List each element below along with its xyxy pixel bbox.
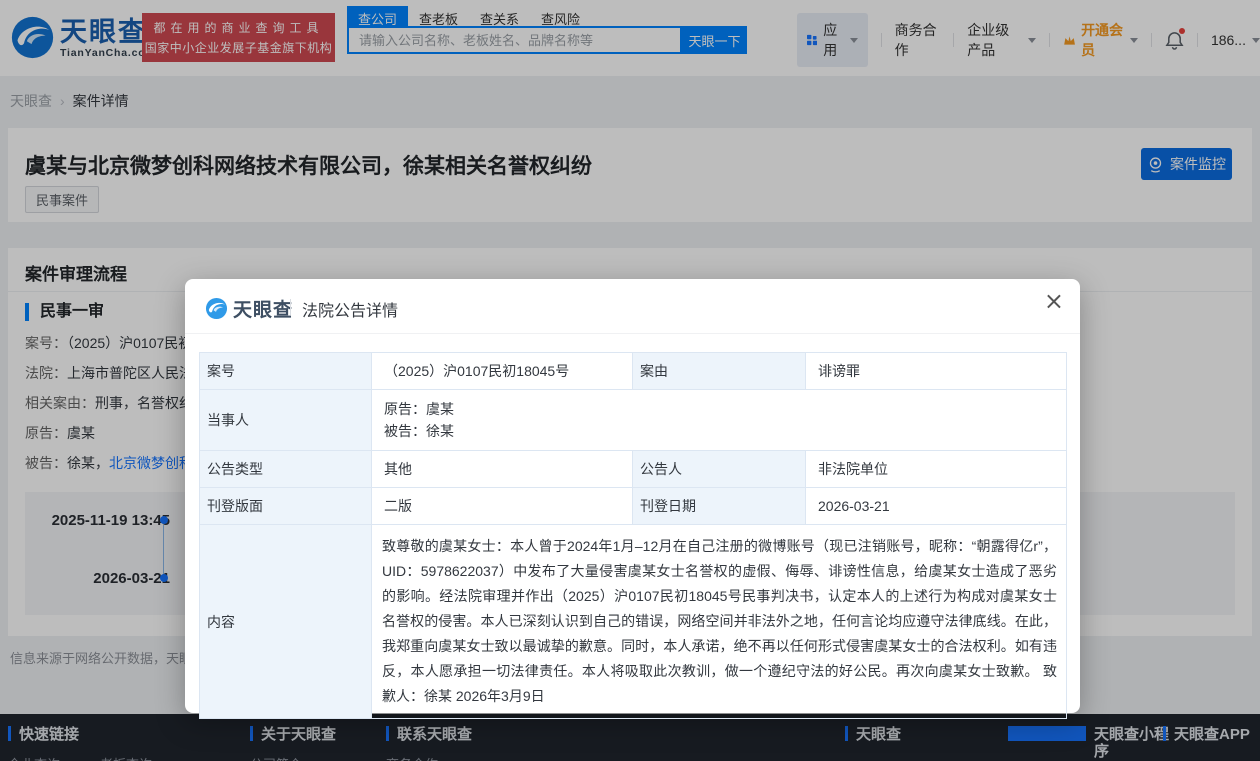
announcer-value: 非法院单位 bbox=[806, 451, 1067, 488]
table-row: 刊登版面 二版 刊登日期 2026-03-21 bbox=[200, 488, 1067, 525]
publication-page-label: 刊登版面 bbox=[200, 488, 372, 525]
content-value: 致尊敬的虞某女士：本人曾于2024年1月–12月在自己注册的微博账号（现已注销账… bbox=[372, 525, 1067, 719]
modal-brand: 天眼查 bbox=[233, 295, 293, 322]
announcement-type-value: 其他 bbox=[372, 451, 633, 488]
party-label: 当事人 bbox=[200, 390, 372, 451]
cause-label: 案由 bbox=[633, 353, 806, 390]
publication-page-value: 二版 bbox=[372, 488, 633, 525]
divider bbox=[290, 299, 291, 315]
announcement-type-label: 公告类型 bbox=[200, 451, 372, 488]
modal-title: 法院公告详情 bbox=[302, 297, 398, 321]
court-announcement-modal: 天眼查 法院公告详情 × 案号 （2025）沪0107民初18045号 案由 诽… bbox=[185, 279, 1080, 713]
tianyancha-eye-icon bbox=[205, 297, 228, 320]
table-row: 案号 （2025）沪0107民初18045号 案由 诽谤罪 bbox=[200, 353, 1067, 390]
table-row: 内容 致尊敬的虞某女士：本人曾于2024年1月–12月在自己注册的微博账号（现已… bbox=[200, 525, 1067, 719]
announcement-table: 案号 （2025）沪0107民初18045号 案由 诽谤罪 当事人 原告：虞某 … bbox=[199, 352, 1067, 719]
modal-body: 案号 （2025）沪0107民初18045号 案由 诽谤罪 当事人 原告：虞某 … bbox=[185, 334, 1080, 719]
table-row: 公告类型 其他 公告人 非法院单位 bbox=[200, 451, 1067, 488]
publication-date-value: 2026-03-21 bbox=[806, 488, 1067, 525]
announcer-label: 公告人 bbox=[633, 451, 806, 488]
modal-logo: 天眼查 bbox=[205, 295, 293, 322]
table-row: 当事人 原告：虞某 被告：徐某 bbox=[200, 390, 1067, 451]
case-number-value: （2025）沪0107民初18045号 bbox=[372, 353, 633, 390]
plaintiff-line: 原告：虞某 bbox=[384, 398, 1054, 420]
close-icon[interactable]: × bbox=[1044, 289, 1064, 313]
defendant-line: 被告：徐某 bbox=[384, 420, 1054, 442]
content-label: 内容 bbox=[200, 525, 372, 719]
party-value: 原告：虞某 被告：徐某 bbox=[372, 390, 1067, 451]
cause-value: 诽谤罪 bbox=[806, 353, 1067, 390]
modal-header: 天眼查 法院公告详情 × bbox=[185, 279, 1080, 334]
publication-date-label: 刊登日期 bbox=[633, 488, 806, 525]
case-number-label: 案号 bbox=[200, 353, 372, 390]
